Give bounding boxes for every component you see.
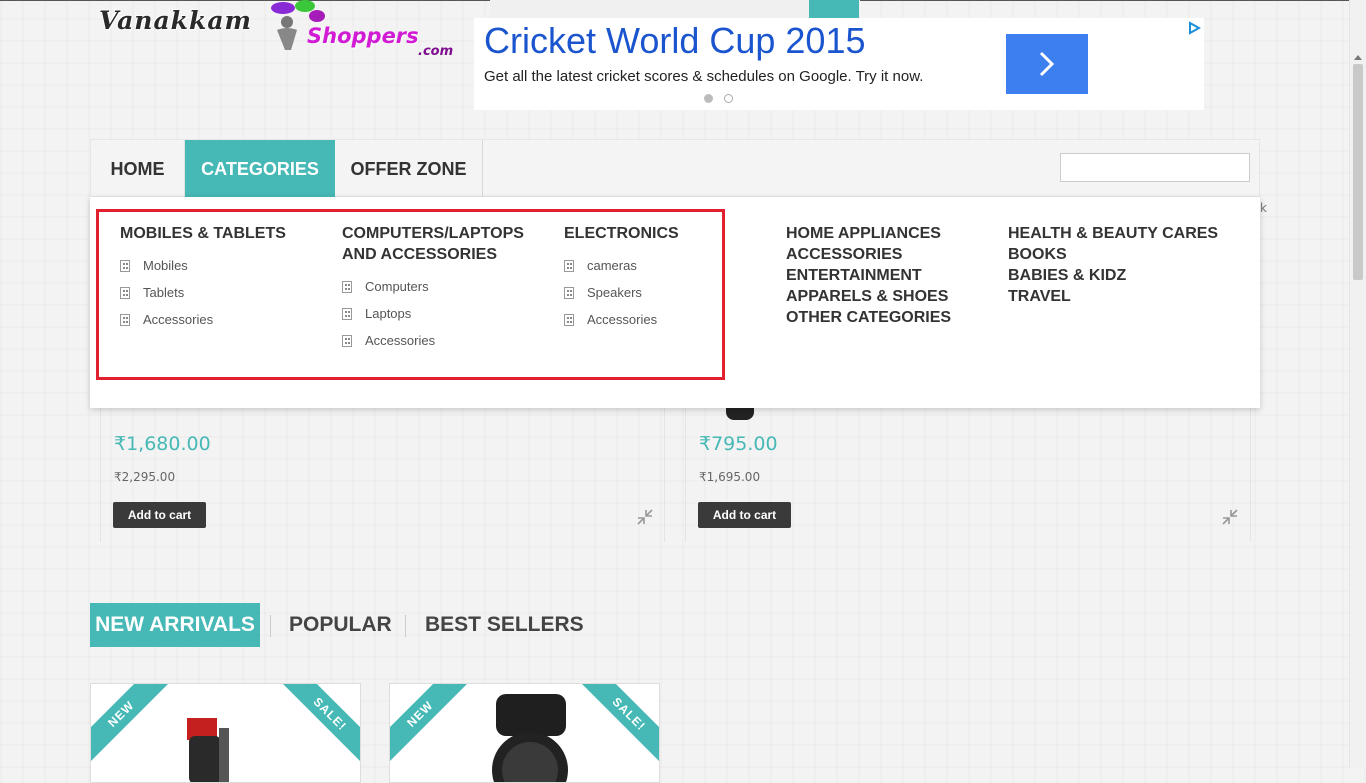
ad-choices-icon[interactable] [1187,20,1202,35]
menu-link-accessories[interactable]: ACCESSORIES [786,244,996,265]
page-scrollbar[interactable] [1349,0,1366,768]
nav-categories[interactable]: CATEGORIES [185,140,335,198]
tab-divider [405,615,406,637]
search-input[interactable] [1060,153,1250,182]
product-image-watch[interactable] [460,694,600,782]
product-old-price: ₹2,295.00 [114,470,176,484]
ad-text[interactable]: Get all the latest cricket scores & sche… [484,68,923,85]
hidden-text-fragment: k [1260,201,1267,215]
main-nav: HOME CATEGORIES OFFER ZONE [90,139,1260,198]
ad-dot[interactable] [724,94,733,103]
add-to-cart-button[interactable]: Add to cart [698,502,791,528]
scroll-thumb[interactable] [1353,64,1363,280]
google-ad-banner[interactable]: Cricket World Cup 2015 Get all the lates… [474,18,1204,110]
product-old-price: ₹1,695.00 [699,470,761,484]
product-price: ₹1,680.00 [114,433,211,455]
menu-column-links-4: HOME APPLIANCES ACCESSORIES ENTERTAINMEN… [786,223,996,328]
logo-text-com: .com [418,44,454,59]
logo-text-shoppers: Shoppers [307,24,419,48]
menu-column-links-5: HEALTH & BEAUTY CARES BOOKS BABIES & KID… [1008,223,1238,307]
product-image-trimmer[interactable] [181,714,241,782]
new-badge: NEW [390,684,471,765]
tab-divider [270,615,271,637]
tab-new-arrivals[interactable]: NEW ARRIVALS [90,603,260,647]
ad-next-button[interactable] [1006,34,1088,94]
menu-link-travel[interactable]: TRAVEL [1008,286,1238,307]
product-tabs: NEW ARRIVALS POPULAR BEST SELLERS [90,603,690,647]
scroll-up-arrow-icon[interactable] [1354,55,1362,60]
compare-arrows-icon[interactable] [636,508,654,526]
ad-top-strip-button[interactable] [809,0,859,18]
ad-dot-active[interactable] [704,94,713,103]
menu-link-apparels-shoes[interactable]: APPARELS & SHOES [786,286,996,307]
tab-popular[interactable]: POPULAR [289,603,392,647]
menu-link-home-appliances[interactable]: HOME APPLIANCES [786,223,996,244]
product-price: ₹795.00 [699,433,778,455]
nav-offer-zone[interactable]: OFFER ZONE [335,140,483,198]
arrival-product-card[interactable]: NEW SALE! [389,683,660,783]
tab-best-sellers[interactable]: BEST SELLERS [425,603,584,647]
menu-link-entertainment[interactable]: ENTERTAINMENT [786,265,996,286]
site-logo[interactable]: Vanakkam Shoppers .com [95,0,465,70]
chevron-right-icon [1039,51,1055,77]
menu-link-babies-kidz[interactable]: BABIES & KIDZ [1008,265,1238,286]
menu-link-books[interactable]: BOOKS [1008,244,1238,265]
add-to-cart-button[interactable]: Add to cart [113,502,206,528]
ad-title[interactable]: Cricket World Cup 2015 [484,20,866,62]
menu-link-other-categories[interactable]: OTHER CATEGORIES [786,307,996,328]
compare-arrows-icon[interactable] [1221,508,1239,526]
nav-home[interactable]: HOME [91,140,185,198]
new-badge: NEW [91,684,172,765]
logo-text-vanakkam: Vanakkam [99,6,252,35]
highlight-annotation-box [96,209,725,380]
ad-top-strip [490,0,860,19]
sale-badge: SALE! [279,684,360,765]
arrival-product-card[interactable]: NEW SALE! [90,683,361,783]
menu-link-health-beauty[interactable]: HEALTH & BEAUTY CARES [1008,223,1238,244]
